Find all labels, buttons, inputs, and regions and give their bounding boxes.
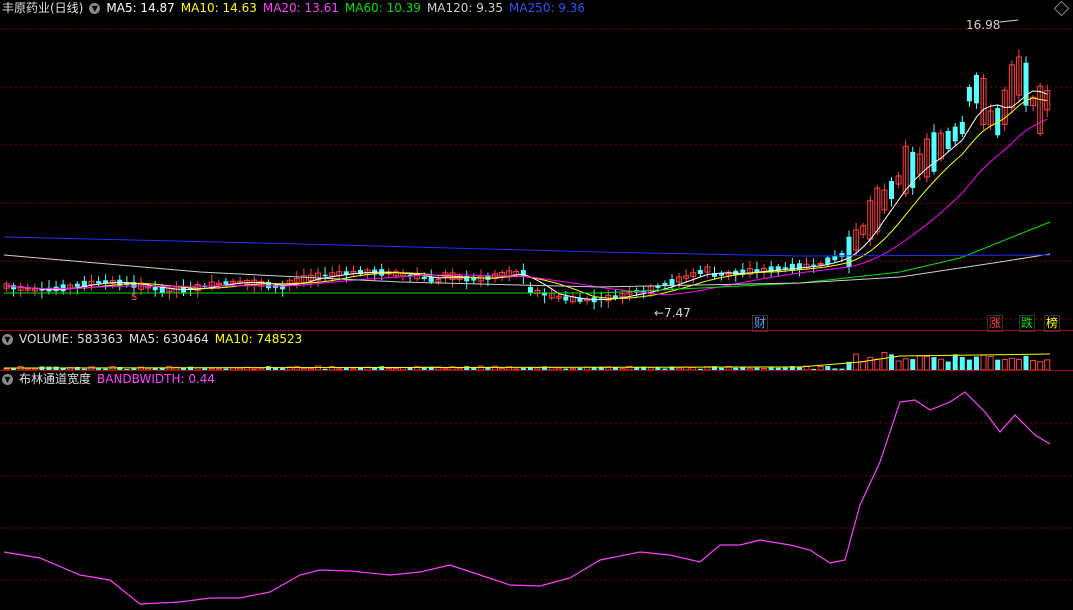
candle-body (612, 295, 618, 299)
volume-bar (938, 358, 945, 371)
volume-label: VOLUME: 583363 (19, 332, 123, 346)
volume-bar (910, 359, 916, 370)
volume-bar (867, 356, 874, 371)
signal-marker-s: s (131, 289, 137, 303)
low-price-label: ←7.47 (654, 306, 691, 320)
candle-body (74, 283, 80, 287)
volume-bar (980, 354, 987, 371)
volume-bar (895, 360, 902, 371)
volume-bar (923, 356, 930, 371)
chevron-down-icon[interactable]: ▼ (2, 333, 13, 345)
ma5-label: MA5: 14.87 (106, 1, 175, 15)
candle-body (421, 276, 427, 280)
chevron-down-icon[interactable]: ▼ (2, 373, 13, 385)
candle-body (931, 132, 937, 172)
main-chart-header: 丰原药业(日线) ▼ MA5: 14.87 MA10: 14.63 MA20: … (2, 0, 591, 16)
candle-body (223, 281, 229, 285)
candle-body (789, 263, 795, 271)
candle-body (945, 130, 951, 150)
ma20-label: MA20: 13.61 (262, 1, 339, 15)
volume-bar (1008, 357, 1015, 371)
candle-body (966, 86, 972, 102)
volume-bar (987, 356, 994, 371)
volume-bar (966, 359, 972, 370)
volume-bar (1037, 361, 1044, 371)
volume-bar (1023, 355, 1029, 370)
indicator-header: ▼ 布林通道宽度 BANDBWIDTH: 0.44 (2, 371, 221, 387)
candle-body (669, 279, 675, 285)
volume-bar (1015, 358, 1022, 371)
candle-body (796, 263, 802, 270)
candle-body (839, 253, 845, 257)
kline-chart[interactable]: 16.98 ←7.47 s (0, 0, 1073, 610)
volume-bar (995, 359, 1001, 370)
candle-body (832, 255, 838, 261)
volume-bar (1001, 359, 1008, 371)
volume-bar (952, 354, 958, 370)
candle-body (60, 284, 66, 292)
ma60-label: MA60: 10.39 (344, 1, 421, 15)
candle-body (811, 264, 817, 266)
high-arrow (999, 19, 1019, 23)
high-price-label: 16.98 (966, 18, 1000, 32)
ma250-label: MA250: 9.36 (508, 1, 586, 15)
volume-bar (959, 357, 965, 370)
volume-bar (860, 361, 867, 371)
ma120-label: MA120: 9.35 (426, 1, 503, 15)
volume-header: ▼ VOLUME: 583363 MA5: 630464 MA10: 74852… (2, 331, 308, 347)
candle-body (520, 269, 526, 277)
candle-body (952, 126, 958, 142)
volume-bar (973, 356, 979, 370)
ma60-line (4, 221, 1051, 294)
volume-bar (945, 361, 951, 370)
candle-body (96, 281, 102, 284)
volume-bar (1030, 360, 1037, 371)
candle-body (825, 257, 831, 265)
volume-ma10-label: MA10: 748523 (214, 332, 303, 346)
chevron-down-icon[interactable]: ▼ (89, 2, 101, 14)
candle-body (1023, 62, 1029, 106)
candle-body (152, 286, 158, 291)
volume-bar (881, 351, 888, 371)
stock-name[interactable]: 丰原药业(日线) (2, 0, 83, 16)
candle-body (697, 270, 703, 274)
ma120-line (3, 253, 1051, 288)
indicator-value: BANDBWIDTH: 0.44 (97, 372, 216, 386)
ma250-line (3, 236, 1051, 257)
candle-body (889, 181, 894, 199)
bandwidth-line (3, 391, 1051, 605)
ma10-label: MA10: 14.63 (180, 1, 257, 15)
candle-body (322, 274, 328, 277)
volume-bar (902, 358, 909, 371)
candle-body (563, 296, 569, 301)
candle-body (959, 121, 965, 135)
volume-bar (1044, 359, 1051, 371)
candle-body (527, 286, 533, 294)
candle-body (973, 74, 979, 104)
indicator-name: 布林通道宽度 (19, 372, 92, 386)
volume-bar (874, 358, 881, 371)
volume-bar (931, 357, 937, 370)
volume-bar (916, 355, 923, 371)
candle-body (782, 267, 788, 269)
volume-ma5-label: MA5: 630464 (128, 332, 209, 346)
